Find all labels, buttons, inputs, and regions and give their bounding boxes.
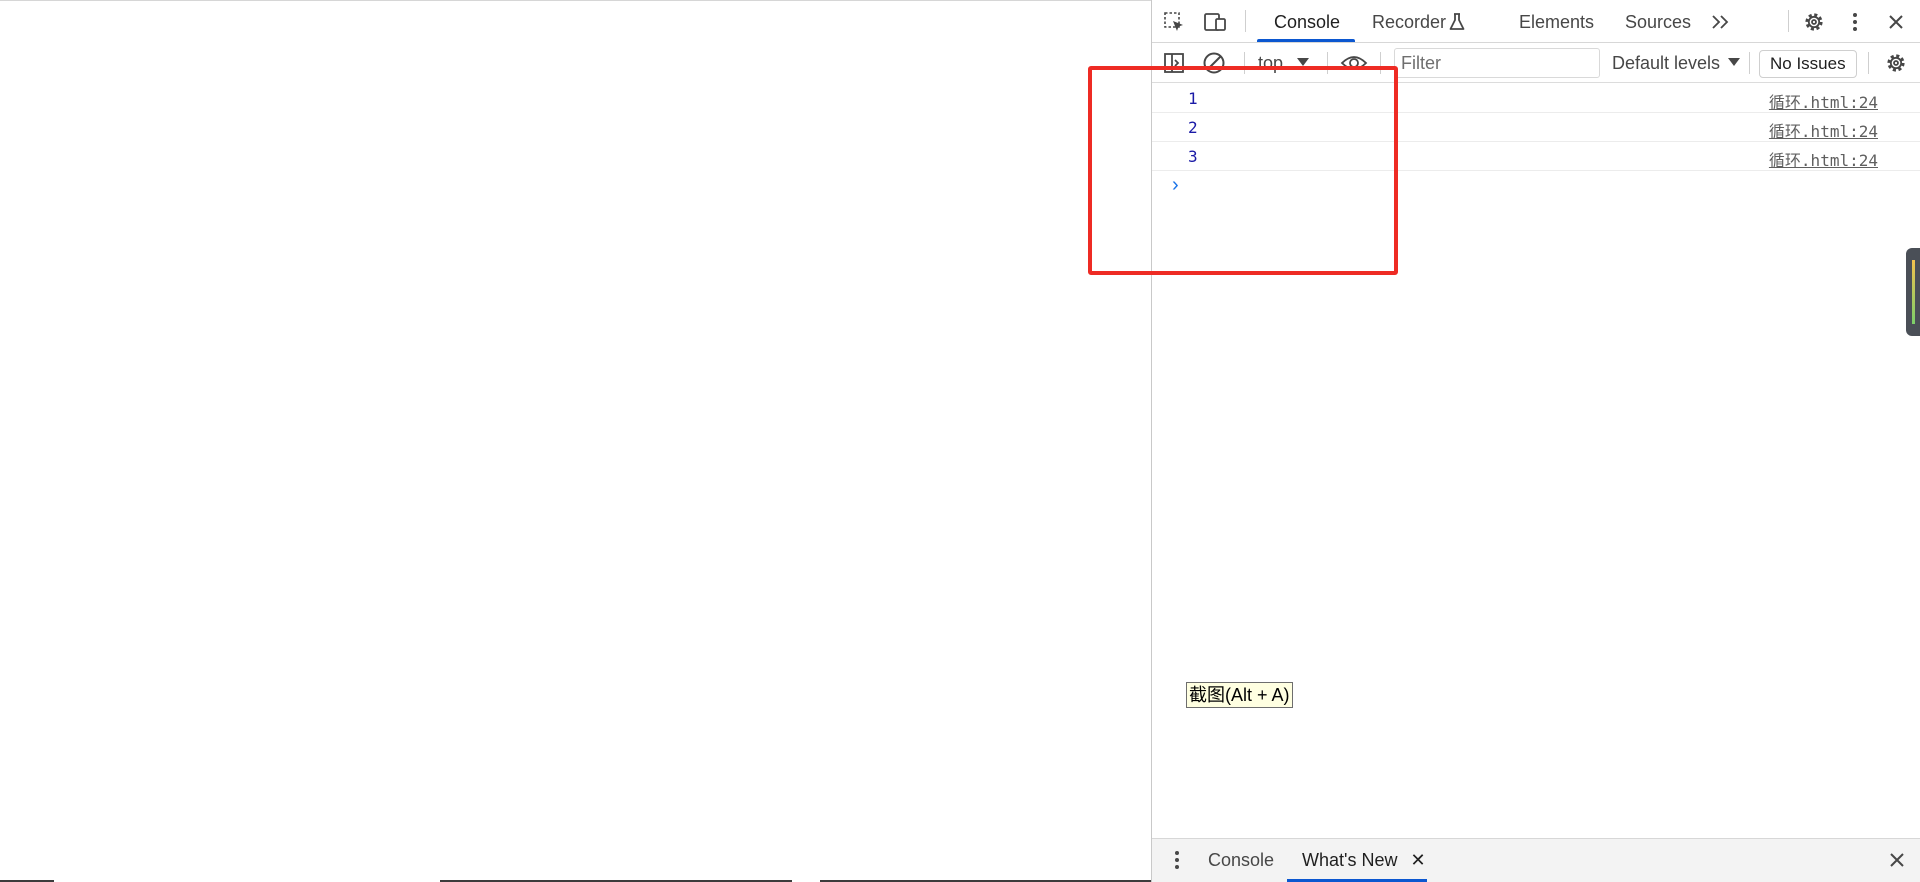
kebab-menu-icon[interactable] xyxy=(1842,9,1868,35)
active-tab-indicator xyxy=(1257,39,1355,42)
tooltip: 截图(Alt + A) xyxy=(1186,682,1293,708)
inspected-page xyxy=(0,0,1151,882)
log-levels-dropdown[interactable]: Default levels xyxy=(1612,49,1741,77)
console-message: 2 循环.html:24 xyxy=(1152,113,1920,142)
context-selector[interactable]: top xyxy=(1258,49,1310,77)
console-message-value: 2 xyxy=(1188,118,1198,137)
toolbar-separator xyxy=(1327,52,1328,74)
toolbar-separator xyxy=(1788,10,1789,32)
console-message-value: 3 xyxy=(1188,147,1198,166)
sidebar-toggle-icon[interactable] xyxy=(1161,50,1187,76)
toolbar-separator xyxy=(1380,52,1381,74)
devtools-panel: Console Recorder Elements Sources top Fi… xyxy=(1151,0,1920,882)
context-value: top xyxy=(1258,53,1284,73)
flask-icon xyxy=(1447,9,1467,35)
caret-down-icon xyxy=(1297,58,1310,67)
toolbar-separator xyxy=(1868,52,1869,74)
close-drawer-icon[interactable] xyxy=(1884,847,1910,873)
kebab-menu-icon[interactable] xyxy=(1164,847,1190,873)
console-prompt[interactable]: › xyxy=(1172,174,1179,197)
console-message-source-link[interactable]: 循环.html:24 xyxy=(1769,118,1878,142)
gear-icon[interactable] xyxy=(1801,9,1827,35)
drawer: Console What's New ✕ xyxy=(1152,838,1920,882)
console-messages: 1 循环.html:24 2 循环.html:24 3 循环.html:24 xyxy=(1152,84,1920,171)
side-widget-meter xyxy=(1912,260,1915,324)
drawer-tab-whats-new[interactable]: What's New ✕ xyxy=(1302,839,1426,881)
toolbar-separator xyxy=(1245,10,1246,32)
filter-input[interactable] xyxy=(1394,48,1600,78)
console-message: 3 循环.html:24 xyxy=(1152,142,1920,171)
log-levels-label: Default levels xyxy=(1612,53,1721,73)
chevron-double-right-icon[interactable] xyxy=(1708,9,1734,35)
tab-recorder-label: Recorder xyxy=(1372,12,1447,32)
issues-button[interactable]: No Issues xyxy=(1759,50,1857,78)
console-message-value: 1 xyxy=(1188,89,1198,108)
tab-sources[interactable]: Sources xyxy=(1625,0,1691,42)
drawer-tab-whats-new-label: What's New xyxy=(1302,850,1398,870)
tab-recorder[interactable]: Recorder xyxy=(1372,0,1446,42)
close-tab-icon[interactable]: ✕ xyxy=(1410,850,1425,870)
devtools-tabbar: Console Recorder Elements Sources xyxy=(1152,0,1920,43)
close-icon[interactable] xyxy=(1883,9,1909,35)
side-widget[interactable] xyxy=(1906,248,1920,336)
drawer-tab-console[interactable]: Console xyxy=(1208,839,1274,881)
console-message: 1 循环.html:24 xyxy=(1152,84,1920,113)
clear-console-icon[interactable] xyxy=(1201,50,1227,76)
console-message-source-link[interactable]: 循环.html:24 xyxy=(1769,147,1878,171)
inspect-element-icon[interactable] xyxy=(1161,9,1187,35)
toolbar-separator xyxy=(1244,52,1245,74)
gear-icon[interactable] xyxy=(1883,50,1909,76)
tab-elements[interactable]: Elements xyxy=(1519,0,1594,42)
toolbar-separator xyxy=(1749,52,1750,74)
tab-console[interactable]: Console xyxy=(1274,0,1340,42)
caret-down-icon xyxy=(1728,58,1741,67)
console-message-source-link[interactable]: 循环.html:24 xyxy=(1769,89,1878,113)
eye-icon[interactable] xyxy=(1339,50,1369,76)
console-toolbar: top Default levels No Issues xyxy=(1152,43,1920,83)
device-toolbar-icon[interactable] xyxy=(1202,9,1228,35)
